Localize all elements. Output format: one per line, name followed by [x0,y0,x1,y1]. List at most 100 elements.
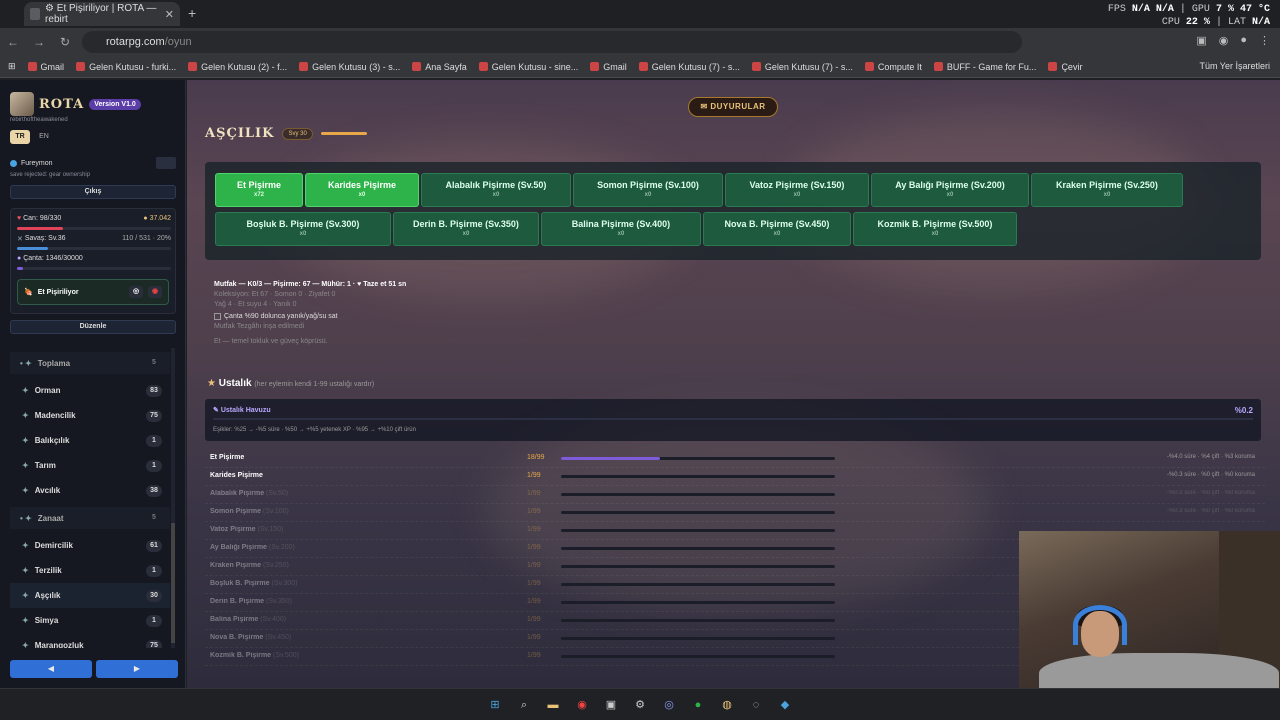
mastery-value: 1/99 [527,508,541,515]
extension-icon[interactable]: ▣ [1196,34,1206,47]
reload-icon[interactable]: ↻ [52,35,78,49]
skill-count: 5 [152,359,156,366]
recipe-button[interactable]: Kraken Pişirme (Sv.250) x0 [1031,173,1183,207]
sidebar-skill-item[interactable]: ✦ Terzilik 1 [10,558,170,583]
bookmark-item[interactable]: Compute It [864,62,922,72]
sidebar-skill-item[interactable]: ✦ Avcılık 38 [10,478,170,503]
user-row: Fureymon [10,157,176,169]
bookmark-item[interactable]: Gelen Kutusu (7) - s... [638,62,740,72]
bottom-button-left[interactable]: ◀ [10,660,92,678]
skill-icon: ✦ [22,566,29,575]
start-icon[interactable]: ⊞ [487,697,503,713]
back-icon[interactable]: ← [0,35,26,49]
all-bookmarks-link[interactable]: Tüm Yer İşaretleri [1199,61,1270,71]
auto-sell-checkbox[interactable] [214,312,221,320]
sidebar: ROTA Version V1.0 rebirthoftheawakened T… [0,80,186,688]
menu-icon[interactable]: ⋮ [1259,34,1270,47]
profile-icon[interactable]: ● [1240,34,1247,47]
current-action-label: Et Pişiriliyor [37,288,79,296]
lang-tr-button[interactable]: TR [10,130,30,144]
steam-app-icon[interactable]: ◆ [777,697,793,713]
recipe-button[interactable]: Karides Pişirme x0 [305,173,419,207]
mastery-progress-bar [561,493,835,496]
xp-bar [320,132,367,135]
announcements-button[interactable]: ✉ Duyurular [688,97,778,117]
mastery-progress-bar [561,457,835,460]
bookmark-item[interactable]: Gelen Kutusu (3) - s... [299,62,400,72]
sidebar-skill-item[interactable]: ✦ Balıkçılık 1 [10,428,170,453]
close-tab-icon[interactable]: ✕ [165,8,174,21]
mastery-effects: -%0.3 süre · %0 çift · %0 koruma [1166,508,1255,514]
bookmark-item[interactable]: Gelen Kutusu - sine... [478,62,578,72]
forward-icon[interactable]: → [26,35,52,49]
bookmark-item[interactable]: Ana Sayfa [412,62,467,72]
recipe-button[interactable]: Derin B. Pişirme (Sv.350) x0 [393,212,539,246]
sidebar-skill-item[interactable]: ✦ Simya 1 [10,608,170,633]
apps-icon[interactable]: ⊞ [8,61,16,72]
store-icon[interactable]: ▣ [603,697,619,713]
bookmark-item[interactable]: Gelen Kutusu (2) - f... [188,62,287,72]
stop-icon[interactable]: ◉ [148,286,162,298]
url-field[interactable]: rotarpg.com/oyun [82,31,1022,53]
sidebar-skill-item[interactable]: ✦ Demircilik 61 [10,533,170,558]
app-icon[interactable]: ◌ [748,697,764,713]
recipe-button[interactable]: Ay Balığı Pişirme (Sv.200) x0 [871,173,1029,207]
steam-icon[interactable]: ⚙ [632,697,648,713]
level-badge: Svy 30 [282,127,313,140]
folder-icon[interactable]: ▬ [545,697,561,713]
mastery-pool: ✎ Ustalık Havuzu %0.2 Eşikler: %25 → -%5… [205,399,1261,441]
bookmark-item[interactable]: Gmail [27,62,64,72]
sidebar-skill-item[interactable]: ✦ Orman 83 [10,378,170,403]
recipe-button[interactable]: Et Pişirme x72 [215,173,303,207]
bookmark-item[interactable]: Çevir [1048,62,1082,72]
recipe-button[interactable]: Alabalık Pişirme (Sv.50) x0 [421,173,571,207]
discord-icon[interactable]: ◎ [661,697,677,713]
new-tab-button[interactable]: + [188,5,196,21]
app-icon[interactable]: ◉ [574,697,590,713]
sidebar-scrollbar[interactable] [171,348,175,648]
collection-line: Koleksiyon: Et 67 · Somon 0 · Ziyafet 0 [214,291,336,298]
edit-button[interactable]: Düzenle [10,320,176,334]
taskbar: ⊞ ⌕ ▬ ◉ ▣ ⚙ ◎ ● ◍ ◌ ◆ [0,688,1280,720]
recipe-button[interactable]: Somon Pişirme (Sv.100) x0 [573,173,723,207]
chrome-icon[interactable]: ◍ [719,697,735,713]
mastery-name: Kozmik B. Pişirme (Sv.500) [210,652,299,659]
current-action-card[interactable]: 🍖 Et Pişiriliyor ◎ ◉ [17,279,169,305]
extension-icon[interactable]: ◉ [1219,34,1229,47]
sidebar-skill-item[interactable]: ✦ Marangozluk 75 [10,633,170,648]
recipe-button[interactable]: Kozmik B. Pişirme (Sv.500) x0 [853,212,1017,246]
logo-icon [10,92,34,116]
sidebar-skill-item[interactable]: ✦ Aşçılık 30 [10,583,170,608]
sidebar-skill-item[interactable]: ✦ Madencilik 75 [10,403,170,428]
auto-sell-option[interactable]: Çanta %90 dolunca yanık/yağ/su sat [214,312,406,322]
recipe-button[interactable]: Nova B. Pişirme (Sv.450) x0 [703,212,851,246]
bookmarks-bar: ⊞ Gmail Gelen Kutusu - furki... Gelen Kutus… [0,56,1280,78]
bookmark-item[interactable]: BUFF - Game for Fu... [933,62,1036,72]
combat-xp-bar [17,247,171,250]
bookmark-item[interactable]: Gmail [590,62,627,72]
skill-group-header[interactable]: • ✦ Zanaat 5 [10,507,170,529]
lang-en-button[interactable]: EN [34,130,54,144]
skill-label: Tarım [34,461,56,470]
recipe-button[interactable]: Vatoz Pişirme (Sv.150) x0 [725,173,869,207]
skill-label: Balıkçılık [34,436,70,445]
user-menu-button[interactable] [156,157,176,169]
skill-icon: ✦ [22,591,29,600]
mastery-value: 18/99 [527,454,545,461]
search-icon[interactable]: ⌕ [516,697,532,713]
kitchen-info: Mutfak — K0/3 — Pişirme: 67 — Mühür: 1 ·… [214,280,406,347]
browser-tab[interactable]: ⚙ Et Pişiriliyor | ROTA — rebirt ✕ [24,2,180,26]
sidebar-skill-item[interactable]: ✦ Tarım 1 [10,453,170,478]
bookmark-item[interactable]: Gelen Kutusu (7) - s... [751,62,853,72]
skill-group-header[interactable]: • ✦ Toplama 5 [10,352,170,374]
spotify-icon[interactable]: ● [690,697,706,713]
skill-count: 75 [146,409,162,422]
logout-button[interactable]: Çıkış [10,185,176,199]
recipe-button[interactable]: Boşluk B. Pişirme (Sv.300) x0 [215,212,391,246]
stock-line: Yağ 4 · Et suyu 4 · Yanık 0 [214,301,297,308]
skill-icon: ✦ [22,436,29,445]
bottom-button-right[interactable]: ▶ [96,660,178,678]
bookmark-item[interactable]: Gelen Kutusu - furki... [76,62,176,72]
recipe-button[interactable]: Balina Pişirme (Sv.400) x0 [541,212,701,246]
action-icon[interactable]: ◎ [129,286,143,298]
